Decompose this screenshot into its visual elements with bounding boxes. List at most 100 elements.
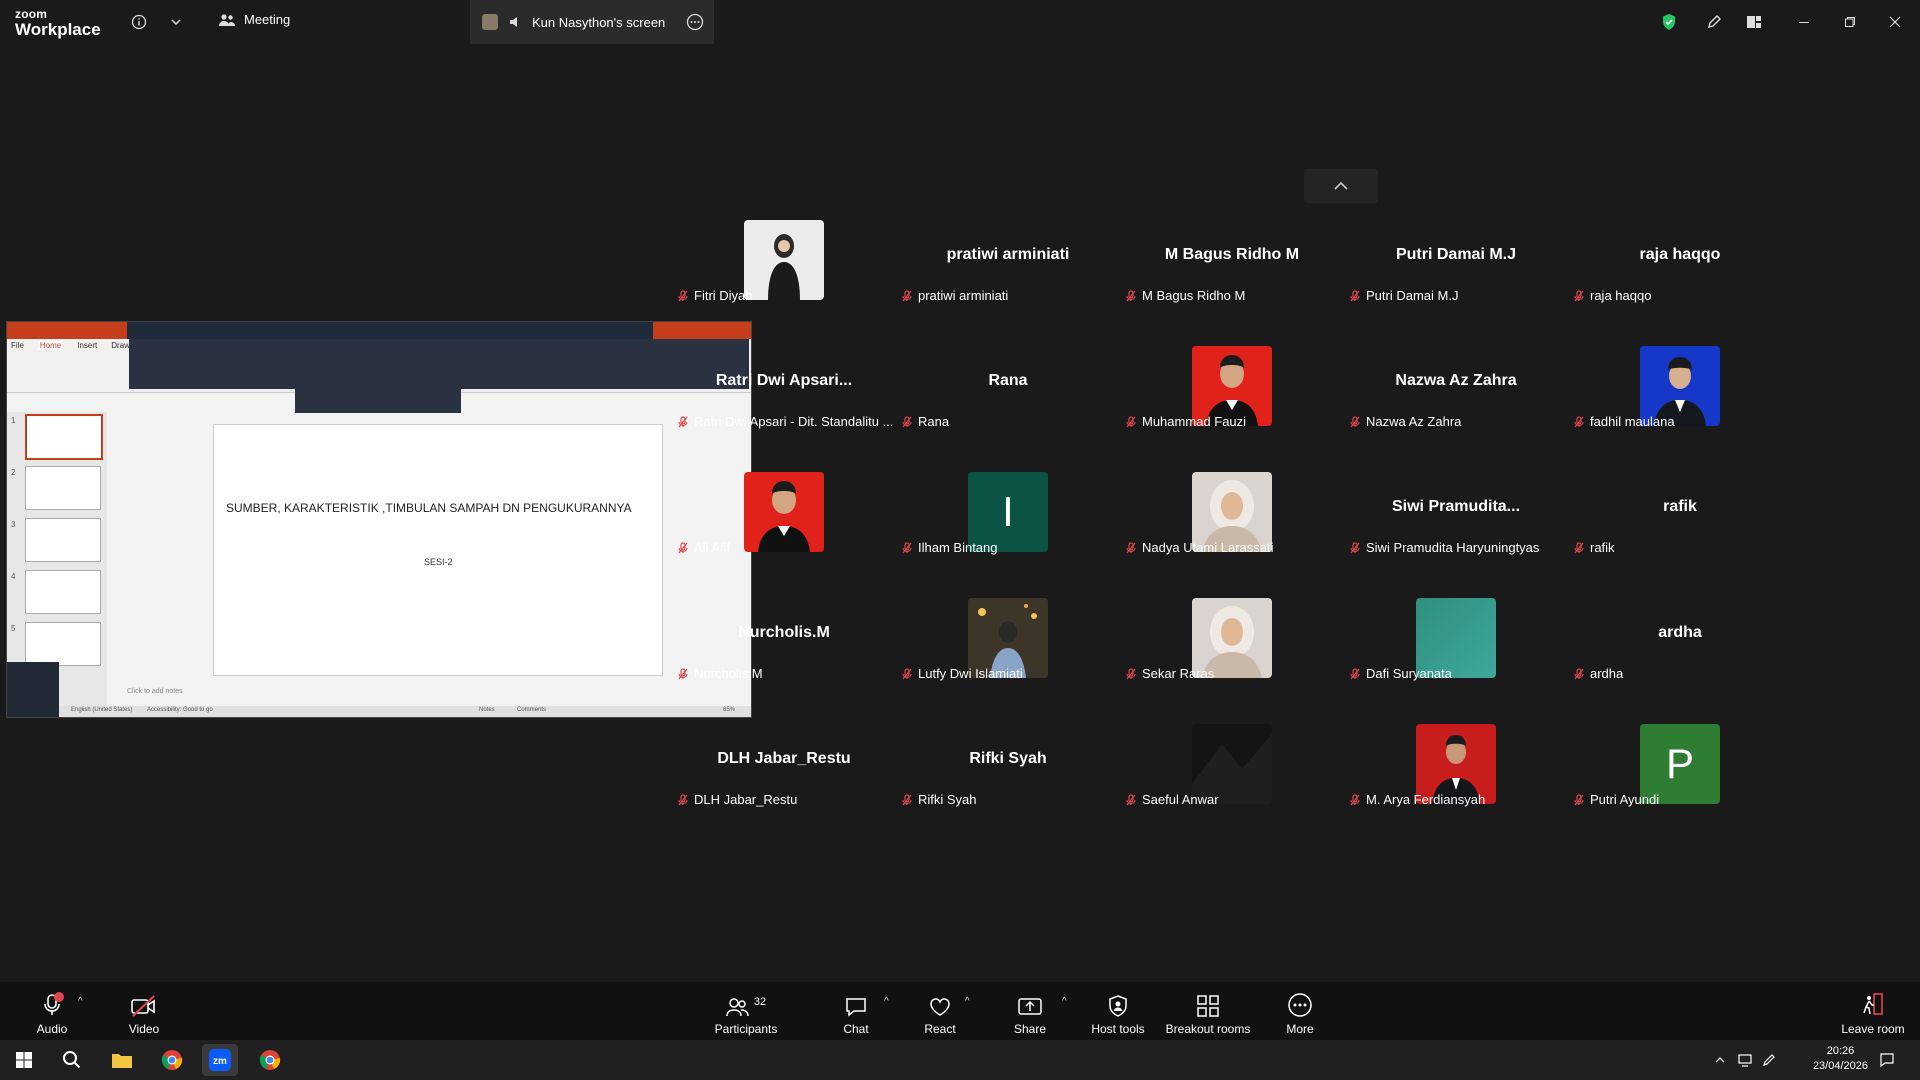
participant-name: Siwi Pramudita Haryuningtyas — [1366, 540, 1540, 555]
participant-name: Rana — [918, 414, 950, 429]
participant-display-name: Rana — [988, 372, 1028, 389]
audio-button[interactable]: Audio — [32, 986, 72, 1036]
share-label: Share — [1013, 1022, 1047, 1036]
participant-tile[interactable]: P Putri Ayundi — [1570, 712, 1790, 832]
mic-muted-icon — [678, 415, 688, 428]
participant-tile[interactable]: M Bagus Ridho M M Bagus Ridho M — [1122, 208, 1342, 328]
chat-button[interactable]: Chat — [836, 986, 876, 1036]
status-accessibility: Accessibility: Good to go — [147, 707, 213, 713]
restore-icon[interactable] — [1838, 10, 1862, 34]
leave-room-button[interactable]: Leave room — [1836, 986, 1910, 1036]
participant-display-name: ardha — [1658, 624, 1702, 641]
mic-muted-icon — [1126, 667, 1136, 680]
participant-tile[interactable]: rafik rafik — [1570, 460, 1790, 580]
brand-bottom: Workplace — [15, 20, 101, 39]
breakout-rooms-button[interactable]: Breakout rooms — [1162, 986, 1254, 1036]
chrome-profile-icon[interactable] — [252, 1044, 288, 1076]
shield-icon[interactable] — [1657, 10, 1681, 34]
pen-icon[interactable] — [1758, 1044, 1780, 1076]
participant-tile[interactable]: M. Arya Ferdiansyah — [1346, 712, 1566, 832]
layout-view-icon[interactable] — [1742, 10, 1766, 34]
share-button[interactable]: Share — [1010, 986, 1050, 1036]
slide-thumbnail — [25, 414, 103, 460]
participant-name-label: Fitri Diyah — [678, 288, 753, 303]
participant-tile[interactable]: pratiwi arminiati pratiwi arminiati — [898, 208, 1118, 328]
participant-tile[interactable]: Nazwa Az Zahra Nazwa Az Zahra — [1346, 334, 1566, 454]
zoom-app-icon[interactable]: zm — [202, 1044, 238, 1076]
info-icon[interactable] — [127, 10, 151, 34]
participant-tile[interactable]: Muhammad Fauzi — [1122, 334, 1342, 454]
thumb-number: 3 — [11, 520, 16, 529]
slide-title: SUMBER, KARAKTERISTIK ,TIMBULAN SAMPAH D… — [226, 501, 632, 515]
ppt-tab-draw: Draw — [111, 341, 130, 350]
grid-page-up-button[interactable] — [1304, 169, 1378, 203]
react-button[interactable]: React — [920, 986, 960, 1036]
participant-tile[interactable]: Sekar Raras — [1122, 586, 1342, 706]
participant-tile[interactable]: Rana Rana — [898, 334, 1118, 454]
participant-name: pratiwi arminiati — [918, 288, 1009, 303]
close-icon[interactable] — [1883, 10, 1907, 34]
participant-tile[interactable]: Dafi Suryanata — [1346, 586, 1566, 706]
participant-tile[interactable]: fadhil maulana — [1570, 334, 1790, 454]
participant-display-name: DLH Jabar_Restu — [717, 750, 851, 767]
participant-tile[interactable]: Ratri Dwi Apsari... Ratri Dwi Apsari - Di… — [674, 334, 894, 454]
participant-tile[interactable]: Rifki Syah Rifki Syah — [898, 712, 1118, 832]
search-icon[interactable] — [54, 1044, 90, 1076]
participant-tile[interactable]: Saeful Anwar — [1122, 712, 1342, 832]
leave-icon — [1863, 993, 1883, 1015]
ppt-quick-access-bar — [7, 322, 127, 339]
participant-tile[interactable]: Lutfy Dwi Islamiati — [898, 586, 1118, 706]
participant-display-name: Nurcholis.M — [738, 624, 830, 641]
status-language: English (United States) — [71, 707, 133, 713]
participant-tile[interactable]: ardha ardha — [1570, 586, 1790, 706]
minimize-icon[interactable] — [1792, 10, 1816, 34]
participant-tile[interactable]: DLH Jabar_Restu DLH Jabar_Restu — [674, 712, 894, 832]
more-options-icon[interactable] — [686, 13, 704, 31]
mic-muted-icon — [1574, 289, 1584, 302]
share-tab[interactable]: Kun Nasython's screen — [470, 0, 714, 44]
video-button[interactable]: Video — [124, 986, 164, 1036]
participant-name: Putri Ayundi — [1590, 792, 1660, 807]
participants-button[interactable]: 32 Participants — [712, 986, 780, 1036]
windows-start-icon[interactable] — [6, 1044, 42, 1076]
notification-icon[interactable] — [1872, 1044, 1902, 1076]
participant-tile[interactable]: raja haqqo raja haqqo — [1570, 208, 1790, 328]
ppt-status-bar: English (United States) Accessibility: G… — [7, 706, 751, 717]
speaker-icon — [510, 17, 517, 27]
participant-name-label: fadhil maulana — [1574, 414, 1675, 429]
participant-tile[interactable]: Nadya Utami Larassati — [1122, 460, 1342, 580]
mic-muted-icon — [1126, 793, 1136, 806]
file-explorer-icon[interactable] — [104, 1044, 140, 1076]
audio-label: Audio — [36, 1022, 68, 1036]
chat-options-caret[interactable]: ^ — [884, 996, 889, 1007]
participant-name: Nazwa Az Zahra — [1366, 414, 1462, 429]
shared-screen[interactable]: File Home Insert Draw 1 2 3 4 5 SUMBER, … — [6, 321, 752, 718]
participant-tile[interactable]: Ali Afif — [674, 460, 894, 580]
share-options-caret[interactable]: ^ — [1062, 996, 1067, 1007]
clock-time: 20:26 — [1826, 1045, 1855, 1057]
meeting-tab[interactable]: Meeting — [218, 12, 290, 27]
avatar — [482, 14, 498, 30]
react-options-caret[interactable]: ^ — [965, 996, 970, 1007]
tray-chevron-up-icon[interactable] — [1710, 1044, 1730, 1076]
participant-name-label: Lutfy Dwi Islamiati — [902, 666, 1023, 681]
network-icon[interactable] — [1734, 1044, 1756, 1076]
participant-tile[interactable]: Fitri Diyah — [674, 208, 894, 328]
participant-name-label: Putri Ayundi — [1574, 792, 1659, 807]
people-icon — [219, 13, 235, 26]
system-clock[interactable]: 20:26 23/04/2026 — [1813, 1044, 1868, 1074]
participant-tile[interactable]: Putri Damai M.J Putri Damai M.J — [1346, 208, 1566, 328]
mic-muted-icon — [902, 667, 912, 680]
thumb-number: 1 — [11, 416, 16, 425]
participant-tile[interactable]: I Ilham Bintang — [898, 460, 1118, 580]
video-off-icon — [131, 995, 155, 1017]
annotate-pen-icon[interactable] — [1702, 10, 1726, 34]
participant-tile[interactable]: Siwi Pramudita... Siwi Pramudita Haryunin… — [1346, 460, 1566, 580]
host-tools-button[interactable]: Host tools — [1088, 986, 1148, 1036]
chrome-icon[interactable] — [154, 1044, 190, 1076]
participant-name-label: Ilham Bintang — [902, 540, 998, 555]
more-button[interactable]: More — [1280, 986, 1320, 1036]
chevron-down-icon[interactable] — [164, 10, 188, 34]
participant-tile[interactable]: Nurcholis.M Nurcholis.M — [674, 586, 894, 706]
audio-options-caret[interactable]: ^ — [78, 996, 83, 1007]
